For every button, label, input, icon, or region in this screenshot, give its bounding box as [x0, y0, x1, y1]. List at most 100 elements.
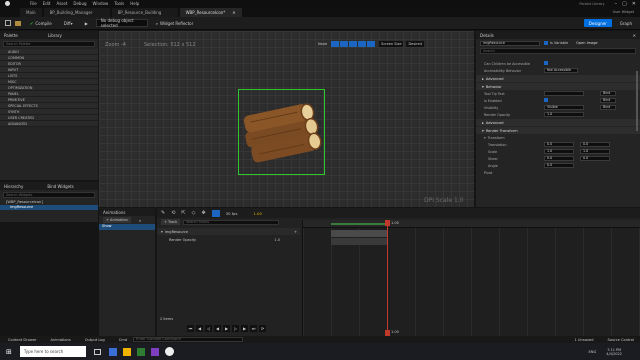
hierarchy-search-input[interactable]: Search Widgets [3, 192, 95, 198]
sequencer-tool-icon[interactable]: ⟲ [171, 210, 175, 216]
angle-field[interactable]: 0.0 [544, 163, 574, 168]
taskbar-search-input[interactable]: Type here to search [19, 346, 86, 357]
canvas-tool-icon[interactable] [358, 41, 367, 47]
source-control-button[interactable]: Source Control [608, 338, 634, 342]
sequencer-tool-icon[interactable]: ◇ [192, 210, 196, 216]
shear-y-field[interactable]: 0.0 [580, 156, 610, 161]
animation-list-item[interactable]: Show [99, 224, 155, 230]
animations-tab-button[interactable]: Animations [51, 338, 71, 342]
scale-x-field[interactable]: 1.0 [544, 149, 574, 154]
menu-debug[interactable]: Debug [73, 1, 86, 6]
snap-icon[interactable] [211, 209, 220, 217]
play-reverse-icon[interactable]: ◀ [214, 325, 221, 332]
menu-tools[interactable]: Tools [114, 1, 124, 6]
save-icon[interactable] [5, 20, 11, 26]
menu-edit[interactable]: Edit [43, 1, 51, 6]
track-row-render-opacity[interactable]: Render Opacity 1.0 [157, 236, 300, 243]
add-track-button[interactable]: + Track [161, 219, 181, 225]
search-icon[interactable]: ⌕ [139, 218, 141, 223]
skip-end-icon[interactable]: ⏭ [250, 325, 257, 332]
bind-dropdown[interactable]: Bind [600, 105, 616, 110]
accessibility-dropdown[interactable]: Not Accessible [544, 68, 578, 73]
sequencer-tool-icon[interactable]: ⇱ [181, 210, 185, 216]
section-advanced[interactable]: ▸ Advanced [476, 119, 640, 126]
open-image-link[interactable]: Open Image [576, 41, 597, 45]
taskbar-app-icon[interactable] [136, 347, 145, 356]
canvas-tool-icon[interactable] [331, 41, 340, 47]
debug-object-button[interactable]: ▶ [81, 19, 92, 27]
timeline-area[interactable]: 1.00 1.00 [302, 220, 640, 336]
section-render-transform[interactable]: ▾ Render Transform [476, 127, 640, 134]
screen-size-dropdown[interactable]: Screen Size [379, 41, 404, 47]
tab-wbp-resourceicon[interactable]: WBP_Resourcelcon* ✕ [179, 8, 242, 17]
clock-time[interactable]: 7:11 PM [606, 348, 622, 352]
tab-bp-resource-building[interactable]: BP_Resource_Building [111, 8, 178, 17]
unsaved-indicator[interactable]: 1 Unsaved [574, 338, 593, 342]
close-tab-icon[interactable]: ✕ [232, 10, 235, 15]
track-row-imgresource[interactable]: ▾ imgResource + [157, 228, 300, 235]
translation-y-field[interactable]: 0.0 [580, 142, 610, 147]
taskbar-app-icon[interactable] [108, 347, 117, 356]
desired-dropdown[interactable]: Desired [406, 41, 424, 47]
details-search-input[interactable]: Search [480, 48, 636, 54]
play-icon[interactable]: ▶ [223, 325, 230, 332]
add-animation-button[interactable]: + Animation [103, 217, 131, 223]
clock-date[interactable]: 4/4/2022 [606, 352, 622, 356]
prev-key-icon[interactable]: ◀ [196, 325, 203, 332]
canvas-tool-icon[interactable] [349, 41, 358, 47]
canvas-tool-icon[interactable] [340, 41, 349, 47]
console-input[interactable]: Enter Console Command [133, 337, 244, 342]
transform-header[interactable]: ▾ Transform [476, 134, 640, 141]
fps-dropdown[interactable]: 30 fps [226, 211, 238, 216]
unreal-app-icon[interactable] [164, 347, 174, 356]
checkbox[interactable] [544, 61, 548, 65]
menu-asset[interactable]: Asset [56, 1, 67, 6]
next-key-icon[interactable]: ▶ [241, 325, 248, 332]
skip-start-icon[interactable]: ⏮ [187, 325, 194, 332]
palette-search-input[interactable]: Search Palette [3, 41, 95, 47]
step-forward-icon[interactable]: ▷ [232, 325, 239, 332]
close-details-icon[interactable]: ✕ [633, 33, 636, 38]
library-tab[interactable]: Library [48, 33, 62, 38]
details-title[interactable]: Details [480, 33, 494, 38]
add-icon[interactable]: + [294, 230, 297, 234]
step-back-icon[interactable]: ◁ [205, 325, 212, 332]
track-value[interactable]: 1.0 [274, 238, 280, 242]
close-icon[interactable]: ✕ [632, 1, 636, 7]
palette-category[interactable]: ADVANCED [0, 121, 98, 127]
widget-name-field[interactable]: imgResource [480, 40, 540, 46]
visibility-dropdown[interactable]: Visible [544, 105, 584, 110]
menu-window[interactable]: Window [93, 1, 109, 6]
maximize-icon[interactable]: ▢ [622, 1, 627, 7]
output-log-button[interactable]: Output Log [85, 338, 105, 342]
taskbar-app-icon[interactable] [150, 347, 159, 356]
taskbar-app-icon[interactable] [122, 347, 131, 356]
bind-dropdown[interactable]: Bind [600, 91, 616, 96]
menu-file[interactable]: File [30, 1, 37, 6]
compile-button[interactable]: ✔ Compile [26, 19, 56, 27]
designer-canvas[interactable]: Zoom -4 Selection: 512 x 512 None Screen… [99, 31, 474, 207]
render-opacity-field[interactable]: 1.0 [544, 112, 584, 117]
playhead-line[interactable] [387, 220, 388, 336]
task-view-icon[interactable] [93, 348, 101, 355]
section-behavior[interactable]: ▾ Behavior [476, 83, 640, 90]
is-enabled-checkbox[interactable] [544, 98, 548, 102]
track-search-input[interactable]: Search Tracks [183, 219, 280, 225]
cmd-dropdown[interactable]: Cmd [119, 338, 127, 342]
tab-main[interactable]: Main [20, 8, 42, 17]
playhead-handle[interactable] [385, 220, 390, 226]
language-indicator[interactable]: ENG [589, 350, 597, 354]
content-drawer-button[interactable]: Content Drawer [8, 338, 37, 342]
scale-y-field[interactable]: 1.0 [580, 149, 610, 154]
bind-widgets-tab[interactable]: Bind Widgets [47, 184, 73, 189]
track-keyframe-bar[interactable] [331, 238, 388, 245]
track-section-bar[interactable] [331, 230, 388, 237]
tab-bp-building-manager[interactable]: BP_Building_Manager [43, 8, 110, 17]
graph-button[interactable]: Graph [616, 19, 636, 27]
translation-x-field[interactable]: 0.0 [544, 142, 574, 147]
is-variable-checkbox[interactable] [544, 41, 548, 45]
section-advanced[interactable]: ▸ Advanced [476, 75, 640, 82]
hierarchy-title[interactable]: Hierarchy [4, 184, 23, 189]
canvas-tool-icon[interactable] [367, 41, 376, 47]
menu-help[interactable]: Help [130, 1, 139, 6]
